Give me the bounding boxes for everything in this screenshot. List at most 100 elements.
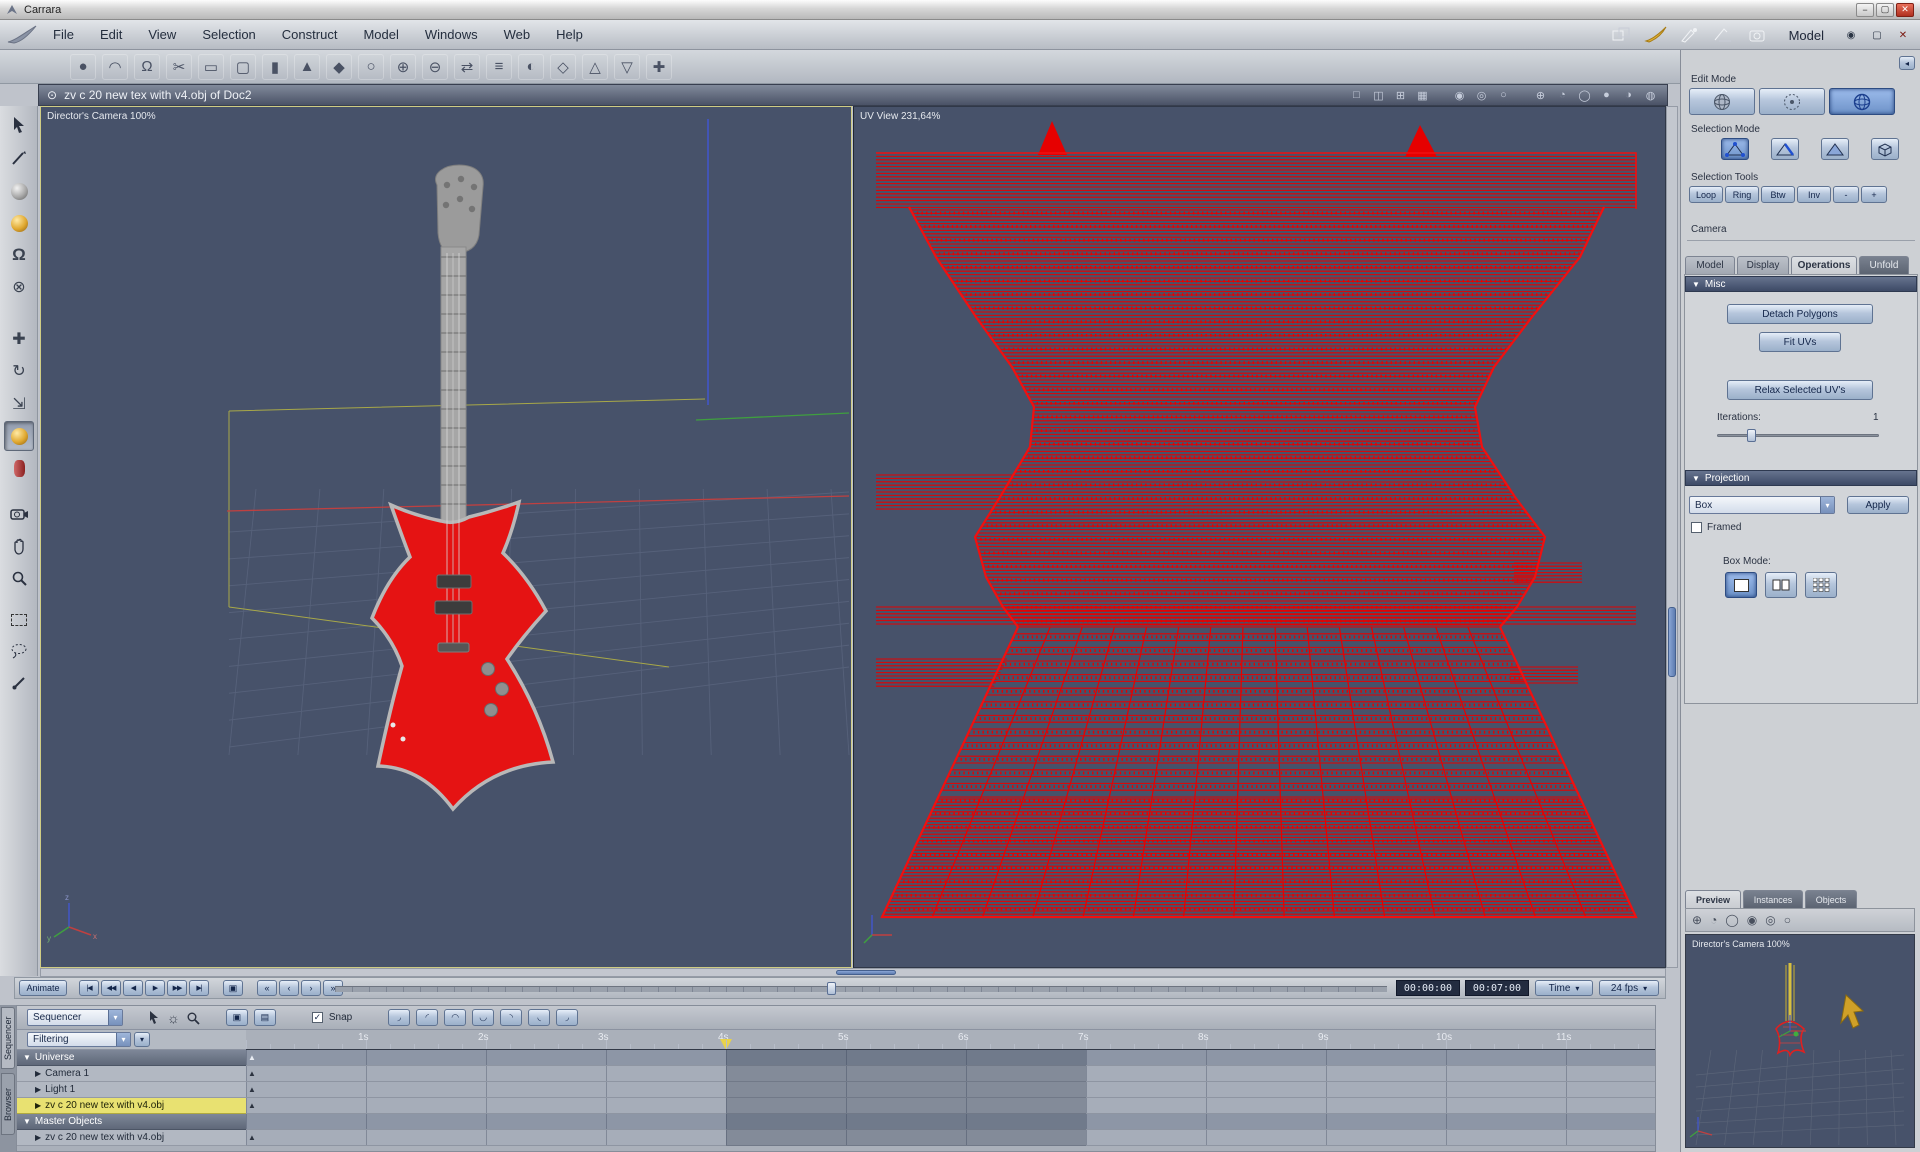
select-objects-button[interactable]	[1871, 138, 1899, 160]
expand-tracks-button[interactable]: ▣	[225, 1009, 248, 1026]
triangulate-tool-icon[interactable]: △	[582, 53, 608, 80]
panel-collapse-button[interactable]: ◂	[1899, 56, 1915, 70]
sequencer-row-guitar-master[interactable]: ▶ zv c 20 new tex with v4.obj	[17, 1130, 246, 1146]
iterations-slider[interactable]	[1717, 434, 1879, 437]
play-button[interactable]: ▶	[145, 980, 165, 996]
plane-primitive-icon[interactable]: ▭	[198, 53, 224, 80]
sequencer-row-universe[interactable]: ▼ Universe	[17, 1050, 246, 1066]
menu-view[interactable]: View	[135, 20, 189, 49]
snap-checkbox[interactable]: ✓	[311, 1012, 323, 1023]
tab-model[interactable]: Model	[1685, 256, 1735, 274]
vertical-scrollbar-thumb[interactable]	[1668, 607, 1676, 677]
sphere-deform-tool[interactable]	[4, 208, 34, 238]
render-preview-icon[interactable]: ●	[1598, 88, 1615, 103]
cone-primitive-icon[interactable]: ▲	[294, 53, 320, 80]
preview-viewport[interactable]: Director's Camera 100%	[1685, 934, 1915, 1148]
sequencer-row-camera1[interactable]: ▶ Camera 1	[17, 1066, 246, 1082]
menu-file[interactable]: File	[40, 20, 87, 49]
tab-preview[interactable]: Preview	[1685, 890, 1741, 908]
menu-selection[interactable]: Selection	[189, 20, 268, 49]
zoom-tool-icon[interactable]	[186, 1011, 200, 1025]
between-button[interactable]: Btw	[1761, 186, 1795, 203]
filtering-dropdown[interactable]: Filtering ▾	[27, 1032, 131, 1047]
boolean-subtract-tool-icon[interactable]: ⊖	[422, 53, 448, 80]
untriangulate-tool-icon[interactable]: ▽	[614, 53, 640, 80]
magnet-tool-icon[interactable]: Ω	[134, 53, 160, 80]
half-shade-icon[interactable]: ◑	[1620, 88, 1637, 103]
lasso-select-tool[interactable]	[4, 636, 34, 666]
menu-help[interactable]: Help	[543, 20, 596, 49]
select-points-button[interactable]	[1721, 138, 1749, 160]
tab-unfold[interactable]: Unfold	[1859, 256, 1909, 274]
room-render-icon[interactable]	[1745, 25, 1771, 45]
preview-zoom-icon[interactable]: ◯	[1725, 913, 1738, 927]
select-edges-button[interactable]	[1771, 138, 1799, 160]
tangent-smooth-button[interactable]: ◜	[416, 1009, 439, 1026]
end-time-field[interactable]: 00:07:00	[1465, 980, 1529, 996]
box-mode-split-button[interactable]	[1765, 572, 1797, 598]
scale-tool[interactable]: ⇲	[4, 389, 34, 419]
relax-uvs-button[interactable]: Relax Selected UV's	[1727, 380, 1873, 400]
boolean-add-tool-icon[interactable]: ⊕	[390, 53, 416, 80]
add-point-tool-icon[interactable]: ✚	[646, 53, 672, 80]
time-scrubber-thumb[interactable]	[827, 982, 836, 995]
tangent-bezier-button[interactable]: ◠	[444, 1009, 467, 1026]
tangent-custom-button[interactable]: ◞	[556, 1009, 579, 1026]
tangent-ease-in-button[interactable]: ◡	[472, 1009, 495, 1026]
rotate-tool[interactable]: ↻	[4, 356, 34, 386]
apply-button[interactable]: Apply	[1847, 496, 1909, 514]
jump-end-button[interactable]: ▶|	[189, 980, 209, 996]
texture-ball-icon[interactable]: ◍	[1642, 88, 1659, 103]
sequencer-row-light1[interactable]: ▶ Light 1	[17, 1082, 246, 1098]
edit-mode-uv-button[interactable]	[1829, 88, 1895, 115]
fit-uvs-button[interactable]: Fit UVs	[1759, 332, 1841, 352]
current-time-field[interactable]: 00:00:00	[1396, 980, 1460, 996]
preview-pan-icon[interactable]: ◔	[1710, 913, 1717, 927]
fast-rewind-button[interactable]: ◀◀	[101, 980, 121, 996]
track-master-objects[interactable]	[246, 1114, 1655, 1130]
box-mode-grid-button[interactable]	[1805, 572, 1837, 598]
grow-selection-button[interactable]: +	[1861, 186, 1887, 203]
edit-mode-vertex-button[interactable]	[1689, 88, 1755, 115]
draw-tool[interactable]	[4, 143, 34, 173]
tab-browser[interactable]: Browser	[1, 1073, 15, 1135]
knife-tool[interactable]	[4, 668, 34, 698]
tab-operations[interactable]: Operations	[1791, 256, 1857, 274]
window-close-button[interactable]: ✕	[1896, 2, 1914, 17]
add-sphere-tool-icon[interactable]: ●	[70, 53, 96, 80]
select-polygons-button[interactable]	[1821, 138, 1849, 160]
vertical-scrollbar[interactable]	[1666, 106, 1678, 968]
projection-section-header[interactable]: ▼ Projection	[1685, 470, 1917, 486]
disclosure-closed-icon[interactable]: ▶	[35, 1069, 41, 1078]
polygon-tool-icon[interactable]: ◇	[550, 53, 576, 80]
room-model-icon[interactable]	[1643, 25, 1669, 45]
horizontal-scrollbar-thumb[interactable]	[836, 970, 896, 975]
shading-gouraud-icon[interactable]: ◎	[1473, 88, 1490, 103]
room-storyboard-icon[interactable]	[1711, 25, 1737, 45]
shade-tool-icon[interactable]: ◐	[518, 53, 544, 80]
sequencer-row-guitar-selected[interactable]: ▶ zv c 20 new tex with v4.obj	[17, 1098, 246, 1114]
frame-range-button[interactable]: ▣	[223, 980, 243, 996]
light-toggle-icon[interactable]: ☼	[167, 1010, 180, 1026]
layout-grid-icon[interactable]: ▦	[1414, 88, 1431, 103]
document-title-bar[interactable]: ⊙ zv c 20 new tex with v4.obj of Doc2 □ …	[38, 84, 1668, 106]
disclosure-open-icon[interactable]: ▼	[23, 1053, 31, 1062]
track-guitar[interactable]: ▲	[246, 1098, 1655, 1114]
disclosure-open-icon[interactable]: ▼	[23, 1117, 31, 1126]
fps-dropdown[interactable]: 24 fps ▾	[1599, 980, 1659, 996]
menu-windows[interactable]: Windows	[412, 20, 491, 49]
detach-polygons-button[interactable]: Detach Polygons	[1727, 304, 1873, 324]
pan-view-icon[interactable]: ◔	[1554, 88, 1571, 103]
step-back-button[interactable]: ◀	[123, 980, 143, 996]
disclosure-closed-icon[interactable]: ▶	[35, 1085, 41, 1094]
loop-start-button[interactable]: «	[257, 980, 277, 996]
sequencer-mode-dropdown[interactable]: Sequencer ▾	[27, 1009, 123, 1026]
menu-edit[interactable]: Edit	[87, 20, 135, 49]
box-primitive-icon[interactable]: ▢	[230, 53, 256, 80]
camera-tool[interactable]	[4, 499, 34, 529]
disclosure-closed-icon[interactable]: ▶	[35, 1101, 41, 1110]
tab-objects[interactable]: Objects	[1805, 890, 1857, 908]
marquee-select-tool[interactable]	[4, 605, 34, 635]
magnet-tool[interactable]: Ω	[4, 240, 34, 270]
loop-back-button[interactable]: ‹	[279, 980, 299, 996]
